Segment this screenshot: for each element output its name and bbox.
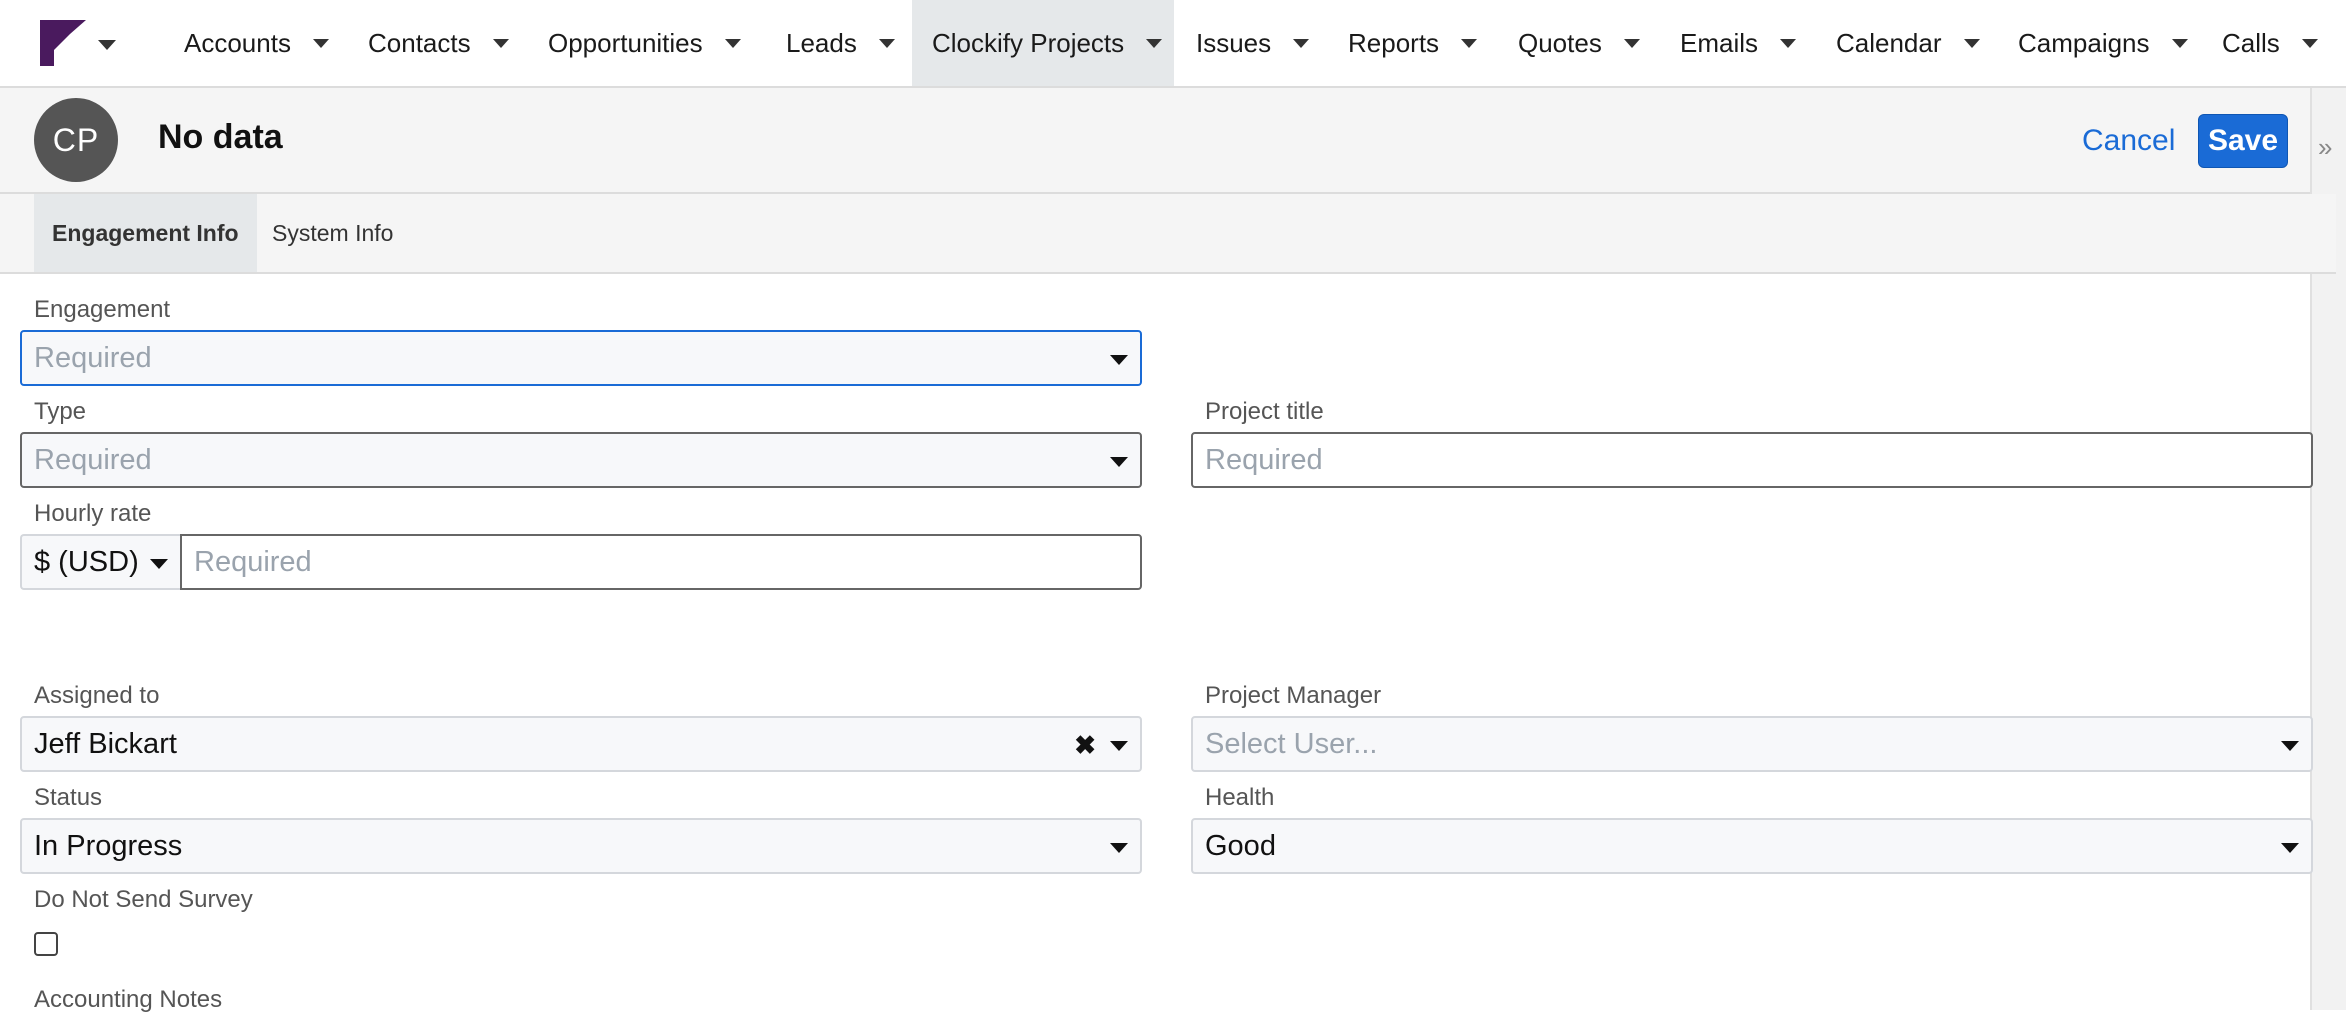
chevron-down-icon[interactable]	[150, 559, 168, 569]
nav-item-quotes[interactable]: Quotes	[1498, 0, 1660, 86]
project-title-input[interactable]: Required	[1191, 432, 2313, 488]
status-label: Status	[34, 784, 103, 811]
nav-item-calls[interactable]: Calls	[2202, 0, 2338, 86]
nav-item-contacts[interactable]: Contacts	[348, 0, 529, 86]
project-manager-select[interactable]: Select User...	[1191, 716, 2313, 772]
assigned-to-value: Jeff Bickart	[34, 727, 177, 760]
type-label: Type	[34, 398, 87, 425]
nav-item-leads[interactable]: Leads	[766, 0, 915, 86]
chevron-down-icon[interactable]	[1110, 741, 1128, 751]
nav-item-label: Calls	[2222, 27, 2280, 58]
chevron-down-icon[interactable]	[1461, 38, 1478, 48]
chevron-down-icon[interactable]	[312, 38, 329, 48]
avatar: CP	[34, 98, 118, 182]
engagement-select[interactable]: Required	[20, 330, 1142, 386]
nav-item-label: Reports	[1348, 27, 1440, 58]
chevron-down-icon[interactable]	[492, 38, 509, 48]
project-manager-label: Project Manager	[1205, 682, 1382, 709]
sugarcrm-logo-icon[interactable]	[40, 20, 86, 66]
cancel-button[interactable]: Cancel	[2082, 124, 2175, 158]
nav-item-label: Accounts	[184, 27, 291, 58]
close-icon[interactable]: ✖	[1074, 730, 1096, 761]
chevron-down-icon[interactable]	[1623, 38, 1640, 48]
nav-item-label: Opportunities	[548, 27, 703, 58]
nav-item-opportunities[interactable]: Opportunities	[528, 0, 761, 86]
nav-item-label: Contacts	[368, 27, 471, 58]
chevron-down-icon[interactable]	[1110, 843, 1128, 853]
type-placeholder: Required	[34, 443, 152, 476]
currency-select[interactable]: $ (USD)	[20, 534, 180, 590]
chevron-down-icon[interactable]	[1110, 355, 1128, 365]
tab-engagement-info[interactable]: Engagement Info	[34, 194, 257, 272]
nav-item-label: Issues	[1196, 27, 1272, 58]
nav-item-label: Quotes	[1518, 27, 1602, 58]
do-not-send-survey-checkbox[interactable]	[34, 932, 58, 956]
assigned-to-label: Assigned to	[34, 682, 160, 709]
hourly-rate-label: Hourly rate	[34, 500, 152, 527]
tab-bar: Engagement Info System Info	[0, 194, 2336, 274]
nav-item-label: Calendar	[1836, 27, 1942, 58]
chevron-down-icon[interactable]	[878, 38, 895, 48]
nav-item-campaigns[interactable]: Campaigns	[1998, 0, 2208, 86]
nav-item-label: Emails	[1680, 27, 1759, 58]
chevron-down-icon[interactable]	[1780, 38, 1797, 48]
health-value: Good	[1205, 829, 1276, 862]
chevron-down-icon[interactable]	[1293, 38, 1310, 48]
page-title: No data	[158, 118, 283, 156]
do-not-send-survey-label: Do Not Send Survey	[34, 886, 253, 913]
nav-item-label: Campaigns	[2018, 27, 2150, 58]
nav-item-issues[interactable]: Issues	[1176, 0, 1329, 86]
nav-item-emails[interactable]: Emails	[1660, 0, 1816, 86]
health-label: Health	[1205, 784, 1275, 811]
nav-item-reports[interactable]: Reports	[1328, 0, 1497, 86]
save-button[interactable]: Save	[2198, 114, 2288, 168]
hourly-rate-input[interactable]: Required	[180, 534, 1142, 590]
nav-item-label: Clockify Projects	[932, 27, 1125, 58]
status-select[interactable]: In Progress	[20, 818, 1142, 874]
chevron-down-icon[interactable]	[2301, 38, 2318, 48]
hourly-rate-placeholder: Required	[194, 545, 312, 578]
nav-item-accounts[interactable]: Accounts	[164, 0, 349, 86]
logo-menu-caret-icon[interactable]	[98, 40, 116, 50]
project-title-label: Project title	[1205, 398, 1324, 425]
health-select[interactable]: Good	[1191, 818, 2313, 874]
top-navigation: Accounts Contacts Opportunities Leads Cl…	[0, 0, 2346, 88]
status-value: In Progress	[34, 829, 183, 862]
engagement-label: Engagement	[34, 296, 171, 323]
assigned-to-select[interactable]: Jeff Bickart ✖	[20, 716, 1142, 772]
type-select[interactable]: Required	[20, 432, 1142, 488]
chevron-down-icon[interactable]	[2281, 741, 2299, 751]
project-title-placeholder: Required	[1205, 443, 1323, 476]
chevron-down-icon[interactable]	[1963, 38, 1980, 48]
chevron-down-icon[interactable]	[2171, 38, 2188, 48]
double-chevron-right-icon[interactable]: »	[2318, 132, 2332, 163]
nav-item-calendar[interactable]: Calendar	[1816, 0, 2000, 86]
engagement-placeholder: Required	[34, 341, 152, 374]
nav-item-clockify-projects[interactable]: Clockify Projects	[912, 0, 1174, 86]
chevron-down-icon[interactable]	[1146, 38, 1163, 48]
currency-value: $ (USD)	[34, 545, 139, 578]
chevron-down-icon[interactable]	[724, 38, 741, 48]
chevron-down-icon[interactable]	[1110, 457, 1128, 467]
tab-system-info[interactable]: System Info	[254, 194, 411, 272]
project-manager-placeholder: Select User...	[1205, 727, 1378, 760]
nav-item-label: Leads	[786, 27, 857, 58]
chevron-down-icon[interactable]	[2281, 843, 2299, 853]
record-header: CP No data Cancel Save	[0, 88, 2310, 194]
